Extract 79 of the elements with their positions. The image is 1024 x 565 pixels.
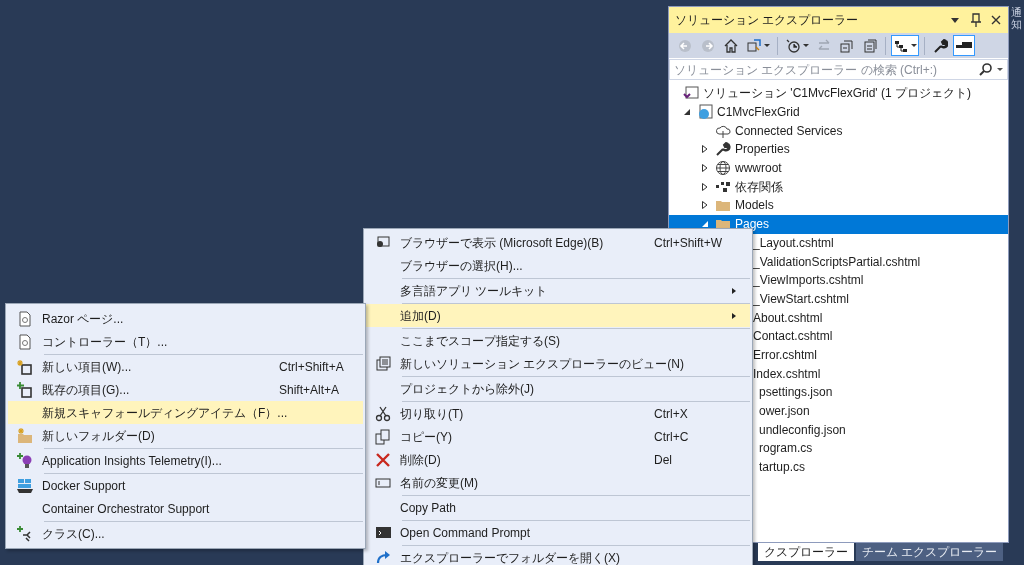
shortcut-text: Ctrl+Shift+A xyxy=(279,358,345,376)
pin-icon xyxy=(970,13,982,27)
web-project-icon xyxy=(697,104,713,121)
menu-item[interactable]: 削除(D) Del xyxy=(366,448,750,471)
menu-item[interactable]: ブラウザーの選択(H)... xyxy=(366,254,750,277)
wrench-icon xyxy=(932,37,948,54)
menu-item[interactable]: 切り取り(T) Ctrl+X xyxy=(366,402,750,425)
menu-item[interactable]: エクスプローラーでフォルダーを開く(X) xyxy=(366,546,750,565)
tree-item[interactable]: ソリューション 'C1MvcFlexGrid' (1 プロジェクト) xyxy=(669,84,1008,103)
copy-icon xyxy=(375,428,391,445)
menu-item[interactable]: 新しいフォルダー(D) xyxy=(8,424,363,447)
wrench-icon xyxy=(715,141,731,158)
windows-icon xyxy=(375,355,391,372)
add-item-icon xyxy=(17,381,33,398)
caret-icon xyxy=(803,44,809,47)
new-folder-icon xyxy=(17,427,33,444)
shortcut-text: Shift+Alt+A xyxy=(279,381,341,399)
menu-item[interactable]: コントローラー（T）... xyxy=(8,330,363,353)
search-icon xyxy=(979,62,993,77)
tree-item[interactable]: C1MvcFlexGrid xyxy=(669,102,1008,122)
menu-item[interactable]: クラス(C)... xyxy=(8,522,363,545)
tree-item[interactable]: 依存関係 xyxy=(669,177,1008,197)
containers-icon xyxy=(17,477,33,494)
menu-item[interactable]: 新しいソリューション エクスプローラーのビュー(N) xyxy=(366,352,750,375)
tree-item[interactable]: wwwroot xyxy=(669,158,1008,178)
console-icon xyxy=(375,524,391,541)
caret-icon xyxy=(997,68,1003,71)
menu-item[interactable]: 名前の変更(M) xyxy=(366,471,750,494)
menu-item[interactable]: プロジェクトから除外(J) xyxy=(366,377,750,400)
lightbulb-icon xyxy=(17,452,33,469)
menu-item[interactable]: 既存の項目(G)... Shift+Alt+A xyxy=(8,378,363,401)
tree-item[interactable]: Properties xyxy=(669,140,1008,159)
forward-icon xyxy=(700,37,716,54)
caret-icon xyxy=(764,44,770,47)
menu-item[interactable]: ブラウザーで表示 (Microsoft Edge)(B) Ctrl+Shift+W xyxy=(366,231,750,254)
sync-icon xyxy=(746,37,762,54)
notifications-label[interactable]: 通知 xyxy=(1011,6,1022,31)
scissors-icon xyxy=(375,405,391,422)
shortcut-text: Ctrl+Shift+W xyxy=(654,234,723,252)
panel-title: ソリューション エクスプローラー xyxy=(675,12,860,29)
tree-item[interactable]: Models xyxy=(669,196,1008,215)
solution-icon xyxy=(683,85,699,102)
toolbar-button[interactable] xyxy=(891,35,919,56)
shortcut-text: Del xyxy=(654,451,673,469)
menu-item[interactable]: 新しい項目(W)... Ctrl+Shift+A xyxy=(8,355,363,378)
page-icon xyxy=(17,333,33,350)
shortcut-text: Ctrl+X xyxy=(654,405,689,423)
menu-item[interactable]: Copy Path xyxy=(366,496,750,519)
menu-item[interactable]: 新規スキャフォールディングアイテム（F）... xyxy=(8,401,363,424)
delete-icon xyxy=(375,451,391,468)
page-icon xyxy=(17,310,33,327)
home-icon xyxy=(723,37,739,54)
tree-item[interactable]: Connected Services xyxy=(669,121,1008,141)
back-icon xyxy=(677,37,693,54)
menu-item[interactable]: 追加(D) xyxy=(366,304,750,327)
collapse-all-icon xyxy=(839,37,855,54)
search-field[interactable]: ソリューション エクスプローラー の検索 (Ctrl+:) xyxy=(669,59,1008,80)
caret-icon xyxy=(911,44,917,47)
menu-item[interactable]: Razor ページ... xyxy=(8,307,363,330)
close-icon xyxy=(990,14,1002,26)
globe-icon xyxy=(715,160,731,177)
class-icon xyxy=(17,525,33,542)
show-files-icon xyxy=(862,37,878,54)
menu-item[interactable]: コピー(Y) Ctrl+C xyxy=(366,425,750,448)
panel-tab[interactable]: チーム エクスプローラー xyxy=(856,543,1004,561)
tree-item[interactable]: Pages xyxy=(669,214,1008,234)
menu-item[interactable]: Container Orchestrator Support xyxy=(8,497,363,520)
panel-tab[interactable]: クスプローラー xyxy=(758,543,854,561)
menu-item[interactable]: Docker Support xyxy=(8,474,363,497)
menu-item[interactable]: 多言語アプリ ツールキット xyxy=(366,279,750,302)
menu-item[interactable]: Application Insights Telemetry(I)... xyxy=(8,449,363,472)
new-item-icon xyxy=(17,358,33,375)
redo-arrow-icon xyxy=(375,549,391,565)
shortcut-text: Ctrl+C xyxy=(654,428,690,446)
menu-item[interactable]: ここまでスコープ指定する(S) xyxy=(366,329,750,352)
menu-item[interactable]: Open Command Prompt xyxy=(366,521,750,544)
history-icon xyxy=(785,37,801,54)
toolbar-button[interactable] xyxy=(953,35,975,56)
dropdown-icon xyxy=(948,15,962,25)
